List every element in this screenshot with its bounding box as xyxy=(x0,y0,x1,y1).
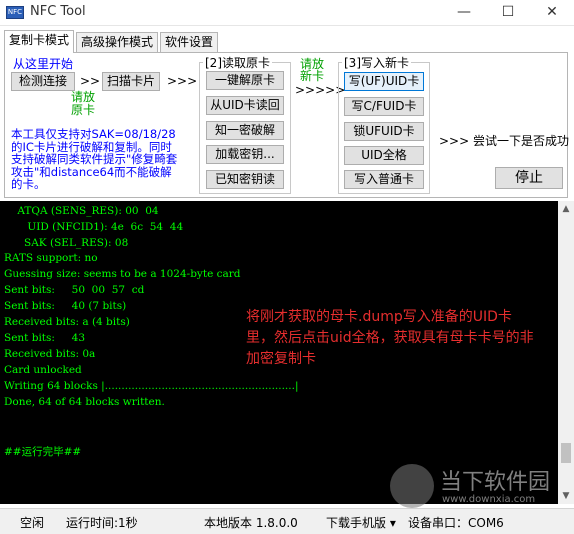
read-with-known-keys-button[interactable]: 已知密钥读 xyxy=(206,170,284,189)
log-line: Sent bits: 50 00 57 cd xyxy=(4,284,145,296)
detect-connection-button[interactable]: 检测连接 xyxy=(11,72,75,91)
red-annotation: 将刚才获取的母卡.dump写入准备的UID卡里，然后点击uid全格，获取具有母卡… xyxy=(246,309,534,367)
maximize-button[interactable]: ☐ xyxy=(486,0,530,26)
log-line: RATS support: no xyxy=(4,252,98,264)
status-state: 空闲 xyxy=(20,516,45,530)
log-line: ATQA (SENS_RES): 00 04 xyxy=(4,205,159,217)
log-console[interactable]: ATQA (SENS_RES): 00 04 UID (NFCID1): 4e … xyxy=(0,201,558,504)
place-new-card-hint: 请放 新卡 xyxy=(300,57,325,83)
log-line: Card unlocked xyxy=(4,364,82,376)
write-normal-card-button[interactable]: 写入普通卡 xyxy=(344,170,424,189)
log-line: Guessing size: seems to be a 1024-byte c… xyxy=(4,268,241,280)
app-icon: NFC xyxy=(6,6,24,19)
scroll-thumb[interactable] xyxy=(561,443,571,463)
log-line: Sent bits: 40 (7 bits) xyxy=(4,300,127,312)
log-line: ##运行完毕## xyxy=(4,446,82,458)
write-uf-uid-button[interactable]: 写(UF)UID卡 xyxy=(344,72,424,91)
log-line: Received bits: 0a xyxy=(4,348,96,360)
minimize-button[interactable]: — xyxy=(442,0,486,26)
console-scrollbar[interactable]: ▲ ▼ xyxy=(558,201,574,504)
scan-card-button[interactable]: 扫描卡片 xyxy=(102,72,160,91)
tab-advanced-mode[interactable]: 高级操作模式 xyxy=(76,32,159,52)
uid-format-button[interactable]: UID全格 xyxy=(344,146,424,165)
watermark-url: www.downxia.com xyxy=(442,494,536,505)
stop-button[interactable]: 停止 xyxy=(495,167,563,189)
status-runtime: 运行时间:1秒 xyxy=(66,516,138,530)
tab-settings[interactable]: 软件设置 xyxy=(160,32,219,52)
close-button[interactable]: ✕ xyxy=(530,0,574,26)
watermark-text: 当下软件园 xyxy=(440,470,551,495)
log-line: Sent bits: 43 xyxy=(4,332,86,344)
write-group-title: [3]写入新卡 xyxy=(342,54,411,71)
one-click-decode-button[interactable]: 一键解原卡 xyxy=(206,71,284,90)
write-cfuid-button[interactable]: 写C/FUID卡 xyxy=(344,97,424,116)
control-panel: 从这里开始 检测连接 >> 扫描卡片 >>> 请放 原卡 本工具仅支持对SAK=… xyxy=(4,52,569,198)
log-line: Received bits: a (4 bits) xyxy=(4,316,130,328)
lock-ufuid-button[interactable]: 锁UFUID卡 xyxy=(344,122,424,141)
known-key-crack-button[interactable]: 知一密破解 xyxy=(206,121,284,140)
load-keys-button[interactable]: 加载密钥... xyxy=(206,145,284,164)
log-line: Writing 64 blocks |.....................… xyxy=(4,380,299,392)
log-line: Done, 64 of 64 blocks written. xyxy=(4,396,165,408)
log-line: UID (NFCID1): 4e 6c 54 44 xyxy=(4,221,184,233)
scroll-up-icon[interactable]: ▲ xyxy=(558,201,574,217)
download-mobile-dropdown[interactable]: 下载手机版 ▾ xyxy=(326,514,396,531)
status-bar: 空闲 运行时间:1秒 本地版本 1.8.0.0 下载手机版 ▾ 设备串口：COM… xyxy=(0,508,574,534)
log-line: SAK (SEL_RES): 08 xyxy=(4,237,129,249)
watermark: 当下软件园 www.downxia.com xyxy=(390,464,570,508)
watermark-logo-icon xyxy=(390,464,434,508)
try-success-hint: >>> 尝试一下是否成功 xyxy=(439,134,569,148)
start-label: 从这里开始 xyxy=(13,57,74,71)
place-original-card-hint: 请放 原卡 xyxy=(71,90,96,117)
read-group-title: [2]读取原卡 xyxy=(203,54,272,71)
description-text: 本工具仅支持对SAK=08/18/28的IC卡片进行破解和复制。同时支持破解同类… xyxy=(11,127,178,191)
status-device-port: 设备串口：COM6 xyxy=(408,516,504,530)
arrow-2: >>> xyxy=(167,74,198,88)
app-icon-text: NFC xyxy=(7,8,23,16)
status-version: 本地版本 1.8.0.0 xyxy=(204,516,298,530)
window-title: NFC Tool xyxy=(30,4,86,19)
arrow-1: >> xyxy=(80,74,101,88)
title-bar: NFC NFC Tool — ☐ ✕ xyxy=(0,0,574,26)
tab-copy-mode[interactable]: 复制卡模式 xyxy=(4,30,75,53)
read-back-from-uid-button[interactable]: 从UID卡读回 xyxy=(206,96,284,115)
